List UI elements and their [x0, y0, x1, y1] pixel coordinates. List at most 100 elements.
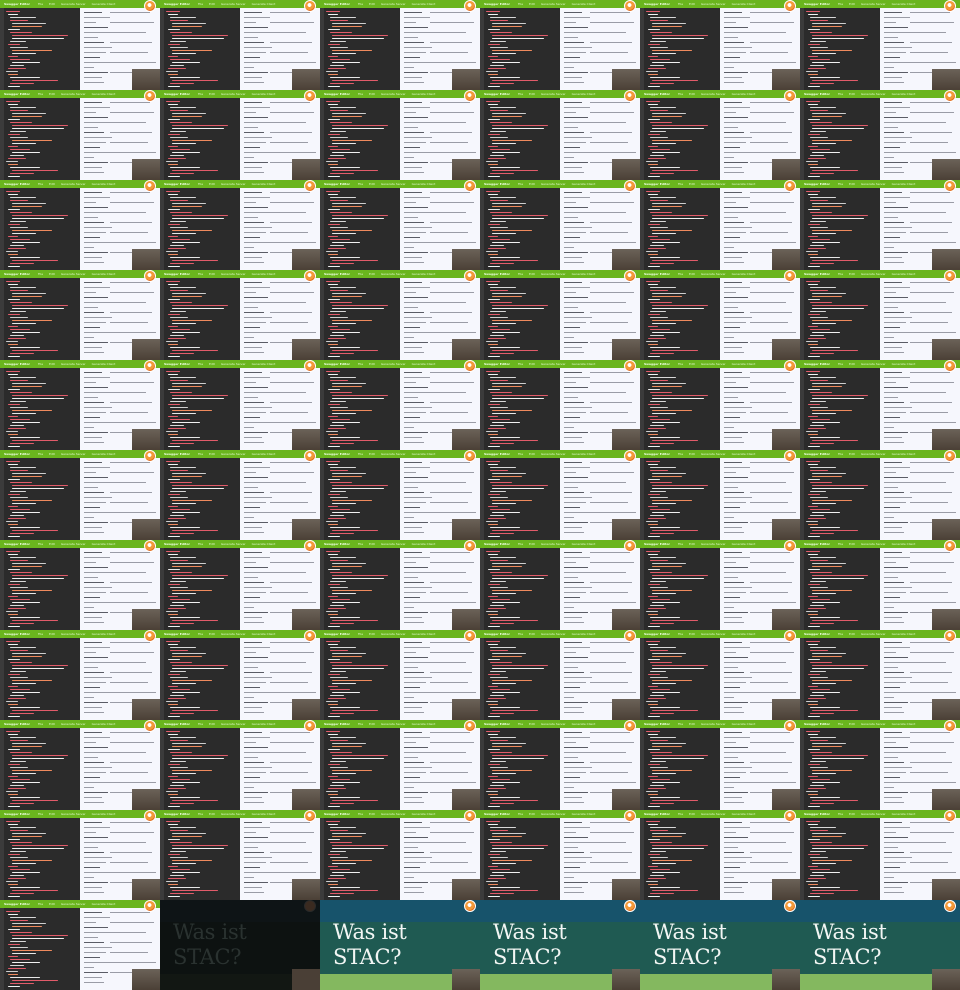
- code-line: [330, 77, 360, 78]
- code-line: [808, 194, 818, 195]
- code-line: [10, 212, 32, 213]
- code-line: [490, 572, 512, 573]
- preview-text-line: [430, 492, 472, 493]
- code-line: [652, 410, 692, 411]
- swagger-logo-icon: [304, 720, 316, 732]
- line-number-gutter: [160, 8, 164, 90]
- preview-text-line: [110, 732, 150, 733]
- menu-item: Generate Server: [540, 632, 566, 636]
- menu-item: Generate Client: [251, 362, 276, 366]
- code-line: [6, 101, 20, 102]
- code-line: [808, 806, 820, 807]
- preview-text-line: [84, 132, 104, 133]
- preview-text-line: [564, 867, 580, 868]
- code-line: [806, 521, 818, 522]
- menu-item: File: [38, 812, 44, 816]
- editor-frame-thumbnail: Swagger Editor File Edit Generate Server Gen…: [800, 360, 960, 450]
- preview-text-line: [884, 382, 896, 383]
- code-line: [330, 32, 352, 33]
- preview-text-line: [750, 842, 786, 843]
- code-line: [328, 788, 346, 789]
- code-line: [652, 473, 686, 474]
- menu-item: Edit: [49, 722, 55, 726]
- preview-text-line: [84, 107, 110, 108]
- preview-text-line: [404, 147, 420, 148]
- code-line: [332, 242, 360, 243]
- code-line: [488, 68, 506, 69]
- code-line: [650, 317, 668, 318]
- webcam-overlay: [132, 879, 160, 900]
- code-line: [10, 317, 28, 318]
- preview-text-line: [404, 257, 422, 258]
- code-line: [488, 374, 498, 375]
- preview-text-line: [244, 462, 262, 463]
- code-line: [170, 695, 184, 696]
- preview-text-line: [724, 282, 742, 283]
- menu-bar: Swagger Editor File Edit Generate Server Gen…: [0, 540, 160, 548]
- code-line: [492, 833, 526, 834]
- app-name: Swagger Editor: [164, 2, 191, 6]
- webcam-overlay: [452, 609, 480, 630]
- code-line: [168, 338, 186, 339]
- preview-text-line: [884, 372, 902, 373]
- code-line: [330, 677, 348, 678]
- menu-item: Generate Server: [380, 812, 406, 816]
- menu-item: Generate Client: [891, 182, 916, 186]
- code-line: [488, 158, 506, 159]
- preview-text-line: [564, 657, 588, 658]
- preview-text-line: [404, 52, 426, 53]
- webcam-overlay: [292, 609, 320, 630]
- preview-text-line: [430, 872, 476, 873]
- code-line: [490, 107, 516, 108]
- code-line: [650, 221, 666, 222]
- code-line: [492, 410, 532, 411]
- menu-item: Generate Server: [220, 452, 246, 456]
- code-line: [488, 878, 506, 879]
- preview-text-line: [750, 562, 794, 563]
- menu-item: Edit: [209, 362, 215, 366]
- code-line: [812, 563, 846, 564]
- code-line: [10, 662, 32, 663]
- preview-text-line: [110, 672, 152, 673]
- code-line: [648, 776, 658, 777]
- preview-text-line: [564, 222, 584, 223]
- code-line: [170, 17, 196, 18]
- code-line: [330, 740, 348, 741]
- code-line: [646, 641, 660, 642]
- code-line: [328, 299, 340, 300]
- menu-item: Generate Server: [860, 452, 886, 456]
- preview-text-line: [564, 587, 592, 588]
- menu-item: Generate Client: [731, 722, 756, 726]
- preview-text-line: [404, 832, 416, 833]
- preview-text-line: [564, 332, 590, 333]
- code-line: [808, 794, 818, 795]
- preview-text-line: [724, 822, 742, 823]
- code-line: [490, 377, 516, 378]
- code-line: [648, 56, 658, 57]
- code-line: [810, 200, 828, 201]
- code-line: [172, 488, 224, 489]
- preview-text-line: [884, 307, 898, 308]
- code-line: [6, 461, 20, 462]
- code-line: [490, 599, 510, 600]
- preview-text-line: [884, 822, 902, 823]
- code-line: [12, 476, 42, 477]
- preview-text-line: [110, 32, 146, 33]
- preview-text-line: [84, 792, 108, 793]
- preview-text-line: [84, 977, 102, 978]
- preview-text-line: [884, 407, 912, 408]
- preview-text-line: [244, 72, 268, 73]
- preview-text-line: [110, 642, 150, 643]
- code-line: [332, 668, 384, 669]
- code-line: [172, 656, 202, 657]
- preview-text-line: [244, 167, 262, 168]
- preview-text-line: [84, 287, 110, 288]
- code-line: [486, 431, 498, 432]
- swagger-logo-icon: [304, 900, 316, 912]
- preview-text-line: [84, 612, 108, 613]
- preview-text-line: [244, 532, 264, 533]
- preview-text-line: [564, 557, 590, 558]
- preview-text-line: [244, 237, 260, 238]
- webcam-overlay: [612, 879, 640, 900]
- code-line: [330, 317, 348, 318]
